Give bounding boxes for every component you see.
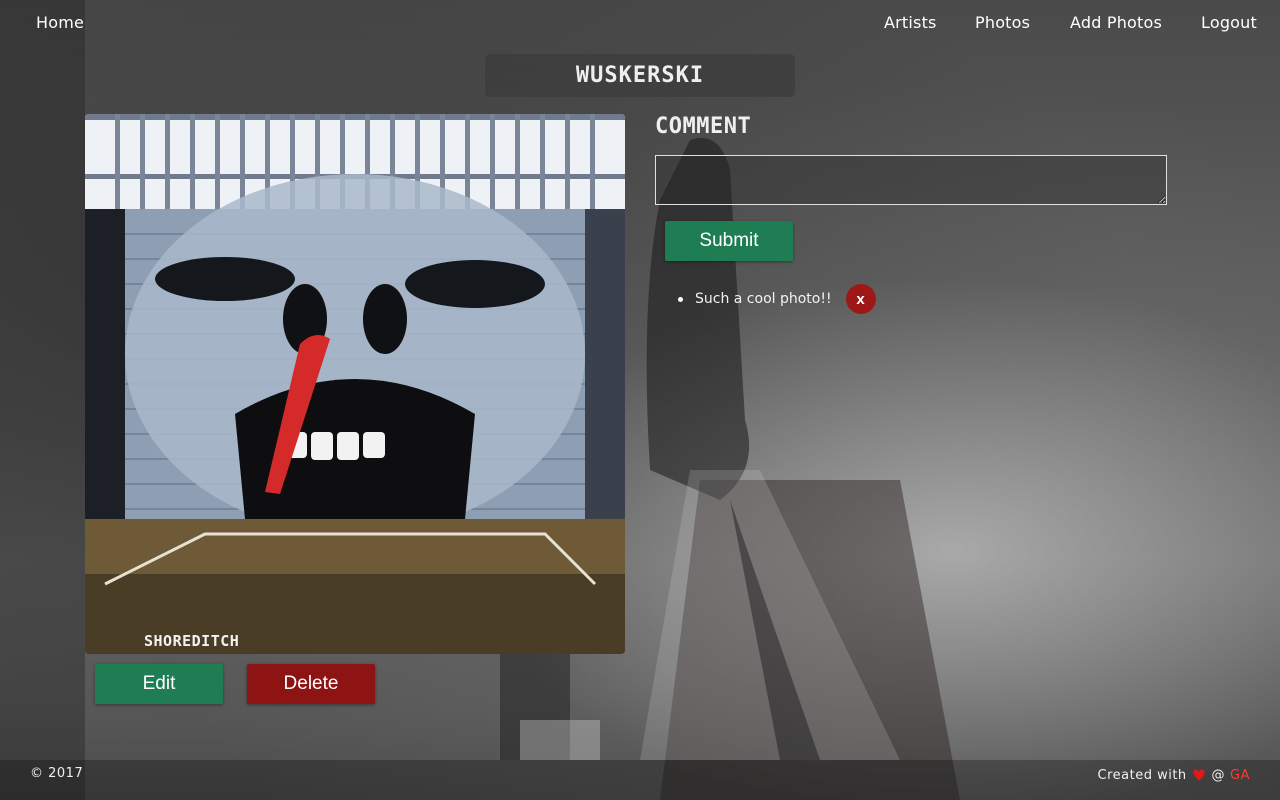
comment-list: Such a cool photo!! x xyxy=(678,284,876,314)
nav-photos-link[interactable]: Photos xyxy=(975,13,1030,32)
heart-icon: ♥ xyxy=(1191,766,1207,785)
delete-button[interactable]: Delete xyxy=(247,664,375,704)
created-with-text: Created with xyxy=(1097,768,1187,783)
edit-button[interactable]: Edit xyxy=(95,664,223,704)
artwork-image xyxy=(85,114,625,654)
nav-artists-link[interactable]: Artists xyxy=(884,13,937,32)
delete-comment-label: x xyxy=(856,290,865,308)
comment-text: Such a cool photo!! xyxy=(695,291,832,307)
nav-logout-link[interactable]: Logout xyxy=(1201,13,1257,32)
nav-home-link[interactable]: Home xyxy=(36,13,84,32)
photo-location-caption: SHOREDITCH xyxy=(144,632,240,650)
footer-credit: Created with ♥ @ GA xyxy=(1098,766,1250,785)
artist-title-box: WUSKERSKI xyxy=(485,54,795,97)
delete-x-icon[interactable]: x xyxy=(845,284,876,314)
at-symbol: @ xyxy=(1211,768,1226,783)
nav-add-photos-link[interactable]: Add Photos xyxy=(1070,13,1162,32)
top-nav: Home Artists Photos Add Photos Logout xyxy=(0,0,1280,46)
list-bullet xyxy=(678,296,683,302)
comment-input[interactable] xyxy=(655,155,1167,205)
artwork-photo xyxy=(85,114,625,654)
comment-heading: COMMENT xyxy=(655,114,752,139)
page-title: WUSKERSKI xyxy=(575,63,705,88)
ga-link[interactable]: GA xyxy=(1230,768,1250,783)
footer-copyright: © 2017 xyxy=(30,766,84,781)
submit-button[interactable]: Submit xyxy=(665,221,793,261)
